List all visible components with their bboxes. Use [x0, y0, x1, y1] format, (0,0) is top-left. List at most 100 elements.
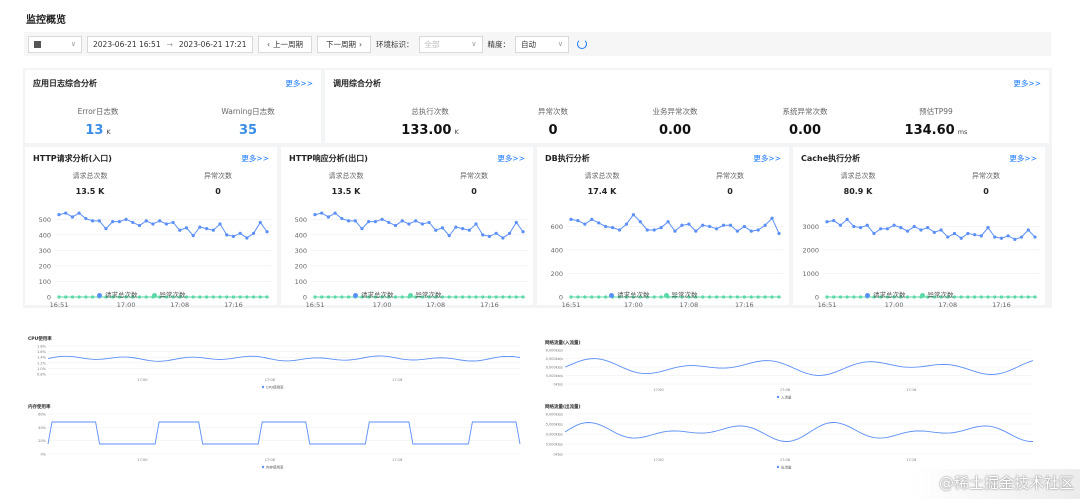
- data-point[interactable]: [749, 295, 753, 299]
- legend-item-total[interactable]: 请求总次数: [609, 289, 650, 299]
- data-point[interactable]: [420, 222, 424, 226]
- data-point[interactable]: [763, 295, 767, 299]
- data-point[interactable]: [131, 220, 135, 225]
- legend-label[interactable]: 出流量: [781, 465, 792, 470]
- data-point[interactable]: [440, 226, 445, 230]
- more-link[interactable]: 更多>>: [1013, 78, 1041, 89]
- data-point[interactable]: [959, 236, 963, 240]
- data-point[interactable]: [151, 222, 155, 226]
- data-point[interactable]: [838, 223, 843, 227]
- data-point[interactable]: [77, 295, 81, 299]
- data-point[interactable]: [583, 222, 587, 226]
- data-point[interactable]: [852, 224, 856, 229]
- legend-label[interactable]: 入流量: [781, 395, 792, 400]
- data-point[interactable]: [346, 219, 351, 223]
- data-point[interactable]: [756, 228, 760, 232]
- data-point[interactable]: [320, 295, 324, 299]
- data-point[interactable]: [487, 234, 492, 239]
- data-point[interactable]: [427, 220, 431, 225]
- legend-item-total[interactable]: 请求总次数: [353, 289, 394, 299]
- data-point[interactable]: [770, 216, 774, 220]
- data-point[interactable]: [919, 228, 923, 232]
- data-point[interactable]: [57, 295, 61, 299]
- data-point[interactable]: [111, 220, 115, 224]
- data-point[interactable]: [501, 295, 505, 299]
- data-point[interactable]: [367, 220, 371, 224]
- data-point[interactable]: [205, 295, 209, 299]
- data-point[interactable]: [770, 295, 774, 299]
- data-point[interactable]: [872, 231, 876, 236]
- data-point[interactable]: [414, 219, 418, 223]
- data-point[interactable]: [879, 227, 883, 231]
- data-point[interactable]: [777, 295, 781, 299]
- data-point[interactable]: [191, 234, 195, 238]
- data-point[interactable]: [912, 224, 916, 229]
- data-point[interactable]: [645, 228, 649, 232]
- legend-label[interactable]: 内存使用率: [266, 465, 284, 470]
- data-point[interactable]: [320, 211, 324, 215]
- data-point[interactable]: [825, 220, 829, 224]
- more-link[interactable]: 更多>>: [1009, 153, 1037, 164]
- stat-value[interactable]: 35: [203, 123, 293, 138]
- data-point[interactable]: [701, 223, 705, 227]
- data-point[interactable]: [999, 295, 1004, 299]
- data-point[interactable]: [340, 295, 344, 299]
- data-point[interactable]: [447, 295, 451, 299]
- data-point[interactable]: [258, 295, 262, 299]
- data-point[interactable]: [191, 295, 195, 299]
- data-point[interactable]: [487, 295, 492, 299]
- data-point[interactable]: [708, 295, 712, 299]
- data-point[interactable]: [178, 228, 182, 232]
- data-point[interactable]: [659, 226, 663, 230]
- legend-item-error[interactable]: 异常次数: [663, 289, 698, 299]
- data-point[interactable]: [735, 295, 739, 299]
- data-point[interactable]: [979, 295, 983, 299]
- data-point[interactable]: [652, 228, 656, 232]
- data-point[interactable]: [387, 220, 391, 225]
- data-point[interactable]: [666, 220, 670, 224]
- data-point[interactable]: [205, 227, 209, 231]
- data-point[interactable]: [569, 295, 573, 299]
- data-point[interactable]: [694, 229, 698, 233]
- data-point[interactable]: [521, 230, 525, 234]
- data-point[interactable]: [899, 226, 903, 230]
- data-point[interactable]: [939, 228, 943, 232]
- data-point[interactable]: [576, 218, 580, 223]
- data-point[interactable]: [777, 231, 781, 236]
- data-point[interactable]: [959, 295, 963, 299]
- data-point[interactable]: [461, 295, 465, 299]
- data-point[interactable]: [507, 231, 512, 235]
- legend-item-error[interactable]: 异常次数: [151, 289, 186, 299]
- data-point[interactable]: [946, 235, 950, 239]
- data-point[interactable]: [238, 231, 242, 235]
- data-point[interactable]: [238, 295, 242, 299]
- data-point[interactable]: [494, 231, 498, 235]
- more-link[interactable]: 更多>>: [753, 153, 781, 164]
- data-point[interactable]: [905, 229, 910, 233]
- more-link[interactable]: 更多>>: [241, 153, 269, 164]
- data-point[interactable]: [986, 295, 990, 299]
- data-point[interactable]: [624, 222, 629, 226]
- data-point[interactable]: [728, 223, 733, 227]
- data-point[interactable]: [97, 219, 101, 223]
- data-point[interactable]: [1006, 295, 1010, 299]
- data-point[interactable]: [1033, 235, 1037, 239]
- data-point[interactable]: [158, 219, 162, 223]
- data-point[interactable]: [474, 222, 478, 226]
- data-point[interactable]: [360, 227, 364, 231]
- data-point[interactable]: [198, 295, 202, 299]
- data-point[interactable]: [313, 213, 317, 217]
- data-point[interactable]: [631, 213, 635, 217]
- data-point[interactable]: [993, 235, 997, 239]
- data-point[interactable]: [400, 219, 404, 223]
- data-point[interactable]: [1026, 295, 1030, 299]
- data-point[interactable]: [507, 295, 512, 299]
- data-point[interactable]: [380, 217, 384, 221]
- data-point[interactable]: [90, 295, 95, 299]
- data-point[interactable]: [184, 226, 189, 230]
- stat-value[interactable]: 13 K: [53, 123, 143, 138]
- data-point[interactable]: [70, 215, 75, 219]
- data-point[interactable]: [467, 295, 471, 299]
- data-point[interactable]: [1033, 295, 1037, 299]
- data-point[interactable]: [454, 295, 458, 299]
